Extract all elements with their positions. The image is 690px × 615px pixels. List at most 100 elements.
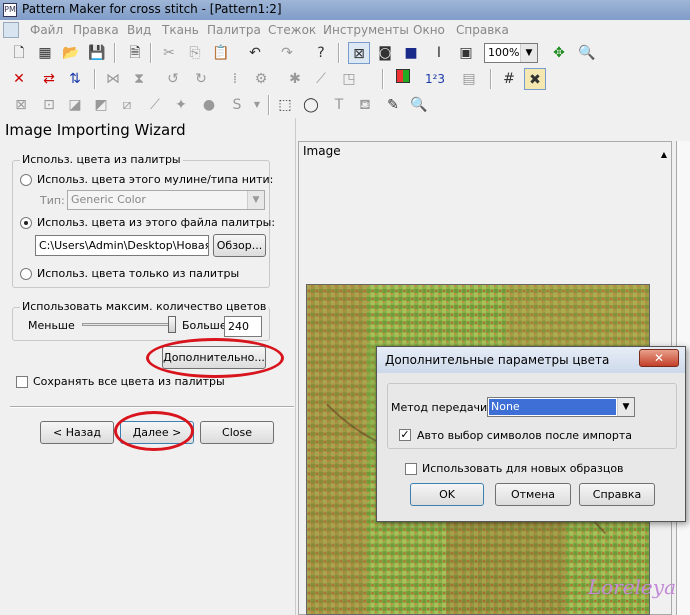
max-colors-input[interactable]: 240 xyxy=(224,316,262,337)
cross-icon[interactable]: ✖ xyxy=(524,68,546,90)
french-knot-icon[interactable]: ✦ xyxy=(170,94,192,116)
mirror-v-icon[interactable]: ⧗ xyxy=(128,68,150,90)
gear-icon[interactable]: ⚙ xyxy=(250,68,272,90)
close-button[interactable]: Close xyxy=(200,421,274,444)
menu-fabric[interactable]: Ткань xyxy=(162,23,199,37)
close-icon[interactable]: ✕ xyxy=(639,349,679,367)
menu-window[interactable]: Окно xyxy=(413,23,445,37)
open-icon[interactable]: 📂 xyxy=(60,42,82,64)
type-combo[interactable]: Generic Color ▼ xyxy=(67,190,265,210)
type-value: Generic Color xyxy=(71,193,146,206)
slider-thumb[interactable] xyxy=(168,316,176,333)
menu-stitch[interactable]: Стежок xyxy=(268,23,316,37)
symbol-view-icon[interactable]: ◙ xyxy=(374,42,396,64)
zoom-find-icon[interactable]: 🔍 xyxy=(576,42,598,64)
palette-file-radio[interactable] xyxy=(20,217,32,229)
menu-palette[interactable]: Палитра xyxy=(207,23,261,37)
keep-all-label: Сохранять все цвета из палитры xyxy=(33,375,225,388)
rect-select-icon[interactable]: ⬚ xyxy=(274,94,296,116)
document-icon[interactable] xyxy=(3,22,19,38)
thread-type-radio[interactable] xyxy=(20,174,32,186)
divider xyxy=(10,406,294,408)
use-new-checkbox[interactable] xyxy=(405,463,417,475)
fill-tool-icon[interactable]: ⛾ xyxy=(354,94,376,116)
backstitch-tool-icon[interactable]: ⟋ xyxy=(144,94,166,116)
text-view-icon[interactable]: I xyxy=(428,42,450,64)
more-label: Больше xyxy=(182,319,227,332)
three-quarter-stitch-icon[interactable]: ⊡ xyxy=(38,94,60,116)
bead-icon[interactable]: ● xyxy=(198,94,220,116)
zoom-combo[interactable]: 100% ▼ xyxy=(484,43,538,63)
palette-file-path[interactable]: C:\Users\Admin\Desktop\Новая п xyxy=(35,235,209,256)
ok-button[interactable]: OK xyxy=(410,483,484,506)
magnifier-icon[interactable]: 🔍 xyxy=(408,94,430,116)
new-icon[interactable]: 🗋 xyxy=(8,42,30,64)
replace-icon[interactable]: ⇅ xyxy=(64,68,86,90)
back-button[interactable]: < Назад xyxy=(40,421,114,444)
copy-icon[interactable]: ⎘ xyxy=(184,42,206,64)
less-label: Меньше xyxy=(28,319,75,332)
print-preview-icon[interactable]: 🗎 xyxy=(124,42,146,64)
chevron-down-icon[interactable]: ▼ xyxy=(246,94,268,116)
highlight-circle-advanced xyxy=(146,338,284,378)
palette-only-label: Использ. цвета только из палитры xyxy=(37,267,240,280)
paste-icon[interactable]: 📋 xyxy=(210,42,232,64)
wizard-title: Image Importing Wizard xyxy=(5,121,186,139)
color-block-view-icon[interactable]: ■ xyxy=(400,42,422,64)
rotate-right-icon[interactable]: ↻ xyxy=(190,68,212,90)
dialog-title: Дополнительные параметры цвета xyxy=(385,353,610,367)
lasso-select-icon[interactable]: ◯ xyxy=(300,94,322,116)
image-panel-title: Image xyxy=(303,144,341,158)
chevron-down-icon: ▼ xyxy=(520,44,537,62)
keep-all-checkbox[interactable] xyxy=(16,376,28,388)
max-colors-slider[interactable] xyxy=(82,323,174,326)
numbering-icon[interactable]: 1²3 xyxy=(424,68,446,90)
zoom-value: 100% xyxy=(488,46,520,59)
grid-select-icon[interactable]: ⁞ xyxy=(224,68,246,90)
palette-file-label: Использ. цвета из этого файла палитры: xyxy=(37,216,276,229)
toolbar-main: 🗋 ▦ 📂 💾 🗎 ✂ ⎘ 📋 ↶ ↷ ? ⊠ ◙ ■ I ▣ 100% ▼ ✥… xyxy=(0,40,690,66)
scroll-up-icon[interactable]: ▲ xyxy=(658,150,670,159)
mirror-h-icon[interactable]: ⋈ xyxy=(102,68,124,90)
method-combo[interactable]: None ▼ xyxy=(487,397,635,417)
backstitch-icon[interactable]: ✱ xyxy=(284,68,306,90)
type-label: Тип: xyxy=(40,194,65,207)
cancel-button[interactable]: Отмена xyxy=(495,483,571,506)
menu-tools[interactable]: Инструменты xyxy=(323,23,409,37)
menu-file[interactable]: Файл xyxy=(30,23,63,37)
cross-stitch-view-icon[interactable]: ⊠ xyxy=(348,42,370,64)
menu-view[interactable]: Вид xyxy=(127,23,151,37)
zoom-fit-icon[interactable]: ✥ xyxy=(548,42,570,64)
use-new-label: Использовать для новых образцов xyxy=(422,462,624,475)
list-icon[interactable]: ▤ xyxy=(458,68,480,90)
menu-edit[interactable]: Правка xyxy=(73,23,119,37)
settings-view-icon[interactable]: ▣ xyxy=(455,42,477,64)
eyedropper-icon[interactable]: ✎ xyxy=(382,94,404,116)
title-bar: PM Pattern Maker for cross stitch - [Pat… xyxy=(0,0,690,20)
palette-icon[interactable] xyxy=(392,68,414,90)
browse-button[interactable]: Обзор... xyxy=(213,234,266,257)
cut-icon[interactable]: ✂ xyxy=(158,42,180,64)
save-icon[interactable]: 💾 xyxy=(86,42,108,64)
petite-stitch-icon[interactable]: ⧄ xyxy=(116,94,138,116)
full-stitch-icon[interactable]: ⊠ xyxy=(10,94,32,116)
menu-help[interactable]: Справка xyxy=(456,23,509,37)
swap-color-icon[interactable]: ⇄ xyxy=(38,68,60,90)
redo-icon[interactable]: ↷ xyxy=(276,42,298,64)
rotate-left-icon[interactable]: ↺ xyxy=(162,68,184,90)
help-button[interactable]: Справка xyxy=(579,483,655,506)
grid-icon[interactable]: # xyxy=(498,68,520,90)
delete-icon[interactable]: ✕ xyxy=(8,68,30,90)
quarter-stitch-tool-icon[interactable]: ◩ xyxy=(90,94,112,116)
new-from-image-icon[interactable]: ▦ xyxy=(34,42,56,64)
help-context-icon[interactable]: ? xyxy=(310,42,332,64)
menu-bar: Файл Правка Вид Ткань Палитра Стежок Инс… xyxy=(0,20,690,40)
quarter-stitch-icon[interactable]: ◳ xyxy=(338,68,360,90)
auto-symbols-checkbox[interactable]: ✓ xyxy=(399,429,411,441)
half-stitch-tool-icon[interactable]: ◪ xyxy=(64,94,86,116)
text-tool-icon[interactable]: T xyxy=(328,94,350,116)
half-stitch-icon[interactable]: ⟋ xyxy=(310,68,332,90)
palette-only-radio[interactable] xyxy=(20,268,32,280)
undo-icon[interactable]: ↶ xyxy=(244,42,266,64)
specialty-stitch-icon[interactable]: S xyxy=(226,94,248,116)
